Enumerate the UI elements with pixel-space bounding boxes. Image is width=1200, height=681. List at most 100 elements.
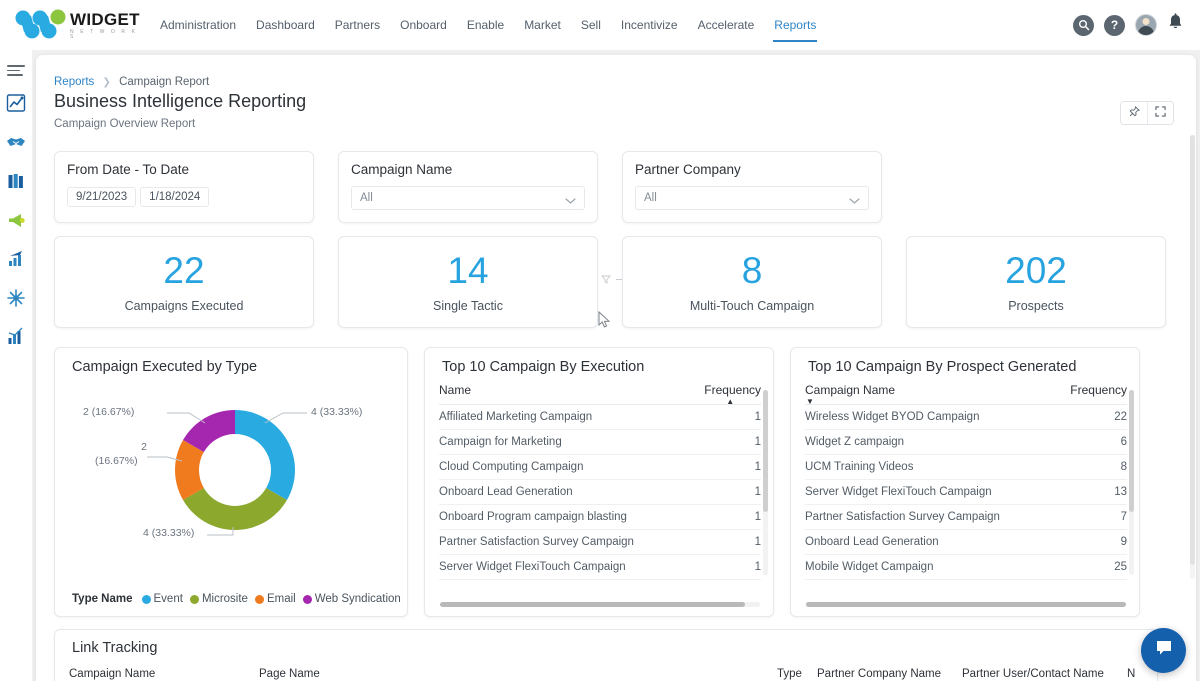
prospect-table-vertical-scrollbar[interactable] bbox=[1129, 390, 1134, 575]
user-avatar[interactable] bbox=[1135, 14, 1157, 36]
cell-frequency: 1 bbox=[755, 436, 761, 448]
column-header-campaign-name[interactable]: Campaign Name ▼ bbox=[805, 383, 895, 397]
table-row[interactable]: Widget Z campaign 6 bbox=[805, 430, 1127, 455]
legend-dot-event bbox=[142, 595, 151, 604]
hamburger-menu-icon[interactable] bbox=[7, 62, 25, 79]
fullscreen-button[interactable] bbox=[1147, 102, 1173, 124]
rail-item-line-chart[interactable] bbox=[3, 93, 29, 119]
prospect-table-title: Top 10 Campaign By Prospect Generated bbox=[791, 348, 1139, 375]
rail-item-books[interactable] bbox=[3, 171, 29, 197]
cell-frequency: 25 bbox=[1114, 561, 1127, 573]
nav-item-onboard[interactable]: Onboard bbox=[390, 14, 457, 36]
rail-item-megaphone[interactable] bbox=[3, 210, 29, 236]
cell-name: Server Widget FlexiTouch Campaign bbox=[805, 486, 992, 498]
rail-item-growth-chart[interactable] bbox=[3, 249, 29, 275]
chevron-down-icon bbox=[849, 195, 860, 201]
table-row[interactable]: Partner Satisfaction Survey Campaign 1 bbox=[439, 530, 761, 555]
execution-table-horizontal-scrollbar[interactable] bbox=[440, 602, 760, 607]
rail-item-handshake[interactable] bbox=[3, 132, 29, 158]
execution-table-vertical-scrollbar[interactable] bbox=[763, 390, 768, 575]
donut-chart-title: Campaign Executed by Type bbox=[55, 348, 407, 375]
table-row[interactable]: Onboard Lead Generation 1 bbox=[439, 480, 761, 505]
column-header-next[interactable]: N ▼ bbox=[1127, 668, 1143, 680]
kpi-prospects[interactable]: 202 Prospects bbox=[906, 236, 1166, 328]
column-header-frequency[interactable]: Frequency ▲ bbox=[704, 383, 761, 397]
table-row[interactable]: Wireless Widget BYOD Campaign 22 bbox=[805, 405, 1127, 430]
pin-icon bbox=[1129, 104, 1140, 122]
table-row[interactable]: Onboard Lead Generation 9 bbox=[805, 530, 1127, 555]
legend-item-email[interactable]: Email bbox=[255, 593, 296, 605]
to-date-input[interactable]: 1/18/2024 bbox=[140, 187, 209, 207]
column-header-type[interactable]: Type bbox=[777, 668, 817, 680]
search-icon[interactable] bbox=[1073, 15, 1094, 36]
kpi-label: Single Tactic bbox=[433, 299, 503, 313]
sort-descending-icon: ▼ bbox=[806, 397, 814, 406]
megaphone-icon bbox=[5, 209, 27, 236]
column-header-partner-user-contact-name[interactable]: Partner User/Contact Name bbox=[962, 668, 1127, 680]
donut-chart[interactable]: 4 (33.33%) 2 (16.67%) 2 (16.67%) 4 (33.3… bbox=[55, 375, 409, 565]
page-title: Business Intelligence Reporting bbox=[54, 91, 306, 112]
kpi-multi-touch-campaign[interactable]: 8 Multi-Touch Campaign bbox=[622, 236, 882, 328]
page-vertical-scrollbar[interactable] bbox=[1190, 135, 1195, 579]
kpi-single-tactic[interactable]: 14 Single Tactic bbox=[338, 236, 598, 328]
table-row[interactable]: Server Widget FlexiTouch Campaign 13 bbox=[805, 480, 1127, 505]
table-row[interactable]: UCM Training Videos 8 bbox=[805, 455, 1127, 480]
cell-frequency: 22 bbox=[1114, 411, 1127, 423]
nav-item-enable[interactable]: Enable bbox=[457, 14, 514, 36]
cell-frequency: 9 bbox=[1121, 536, 1127, 548]
table-row[interactable]: Partner Satisfaction Survey Campaign 7 bbox=[805, 505, 1127, 530]
legend-item-web-syndication[interactable]: Web Syndication bbox=[303, 593, 401, 605]
nav-item-sell[interactable]: Sell bbox=[571, 14, 611, 36]
help-icon[interactable]: ? bbox=[1104, 15, 1125, 36]
legend-item-microsite[interactable]: Microsite bbox=[190, 593, 248, 605]
cell-name: Wireless Widget BYOD Campaign bbox=[805, 411, 979, 423]
nav-item-reports[interactable]: Reports bbox=[764, 14, 826, 36]
breadcrumb-reports-link[interactable]: Reports bbox=[54, 76, 94, 88]
brand-logo[interactable]: WIDGET N E T W O R K S bbox=[14, 9, 126, 41]
kpi-label: Campaigns Executed bbox=[125, 299, 244, 313]
legend-label-email: Email bbox=[267, 593, 296, 605]
column-header-partner-company-name[interactable]: Partner Company Name bbox=[817, 668, 962, 680]
donut-label-email-value: 2 bbox=[117, 441, 147, 453]
nav-item-administration[interactable]: Administration bbox=[150, 14, 246, 36]
cell-frequency: 1 bbox=[755, 411, 761, 423]
cell-frequency: 1 bbox=[755, 461, 761, 473]
column-header-frequency[interactable]: Frequency bbox=[1070, 383, 1127, 397]
table-row[interactable]: Affiliated Marketing Campaign 1 bbox=[439, 405, 761, 430]
rail-item-bar-chart[interactable] bbox=[3, 327, 29, 353]
prospect-table-header: Campaign Name ▼ Frequency bbox=[805, 383, 1127, 405]
table-row[interactable]: Campaign for Marketing 1 bbox=[439, 430, 761, 455]
column-header-name[interactable]: Name bbox=[439, 383, 471, 397]
column-header-page-name[interactable]: Page Name bbox=[259, 668, 777, 680]
cell-frequency: 1 bbox=[755, 511, 761, 523]
notifications-bell-icon[interactable] bbox=[1167, 13, 1184, 37]
nav-item-partners[interactable]: Partners bbox=[325, 14, 390, 36]
partner-company-select[interactable]: All bbox=[635, 186, 869, 210]
legend-item-event[interactable]: Event bbox=[142, 593, 183, 605]
table-row[interactable]: Cloud Computing Campaign 1 bbox=[439, 455, 761, 480]
table-row[interactable]: Onboard Program campaign blasting 1 bbox=[439, 505, 761, 530]
campaign-name-select[interactable]: All bbox=[351, 186, 585, 210]
from-date-input[interactable]: 9/21/2023 bbox=[67, 187, 136, 207]
page-subtitle: Campaign Overview Report bbox=[54, 118, 195, 130]
prospect-table-horizontal-scrollbar[interactable] bbox=[806, 602, 1126, 607]
kpi-label: Multi-Touch Campaign bbox=[690, 299, 814, 313]
cell-name: Campaign for Marketing bbox=[439, 436, 562, 448]
nav-item-dashboard[interactable]: Dashboard bbox=[246, 14, 325, 36]
line-chart-icon bbox=[5, 92, 27, 119]
kpi-campaigns-executed[interactable]: 22 Campaigns Executed bbox=[54, 236, 314, 328]
table-row[interactable]: Server Widget FlexiTouch Campaign 1 bbox=[439, 555, 761, 580]
nav-item-accelerate[interactable]: Accelerate bbox=[688, 14, 765, 36]
nav-item-incentivize[interactable]: Incentivize bbox=[611, 14, 688, 36]
kpi-value: 14 bbox=[447, 252, 488, 289]
nav-item-market[interactable]: Market bbox=[514, 14, 571, 36]
link-tracking-card: Link Tracking Campaign Name Page Name Ty… bbox=[54, 629, 1158, 681]
chat-button[interactable] bbox=[1141, 628, 1186, 673]
pin-button[interactable] bbox=[1121, 102, 1147, 124]
table-row[interactable]: Mobile Widget Campaign 25 bbox=[805, 555, 1127, 580]
cell-frequency: 7 bbox=[1121, 511, 1127, 523]
cell-name: Server Widget FlexiTouch Campaign bbox=[439, 561, 626, 573]
column-header-campaign-name[interactable]: Campaign Name bbox=[69, 668, 259, 680]
brand-name: WIDGET bbox=[70, 11, 140, 28]
rail-item-snowflake[interactable] bbox=[3, 288, 29, 314]
